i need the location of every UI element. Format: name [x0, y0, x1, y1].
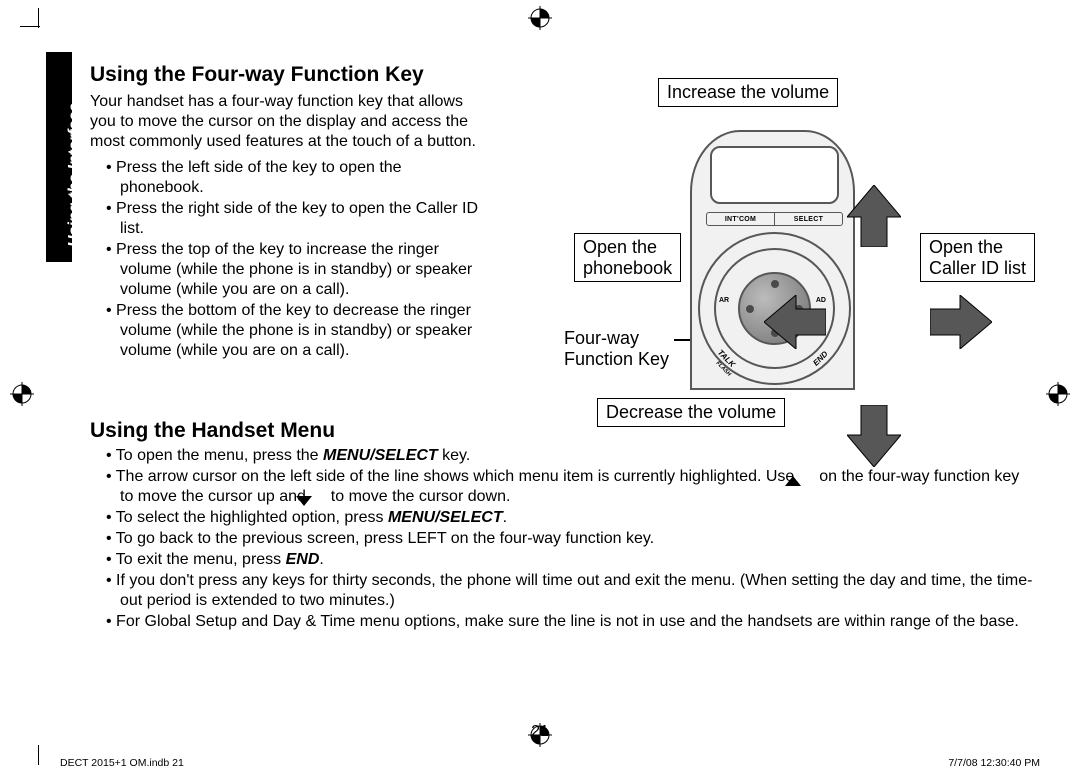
fourway-diagram: Increase the volume Open thephonebook Op…	[570, 60, 1050, 430]
section-tab: Using the Interface	[46, 52, 72, 262]
page-number: 21	[531, 723, 549, 741]
list-item: To go back to the previous screen, press…	[90, 529, 1035, 549]
list-item: The arrow cursor on the left side of the…	[90, 467, 1035, 507]
callout-increase-volume: Increase the volume	[658, 78, 838, 107]
crop-mark	[38, 8, 39, 28]
list-item: Press the right side of the key to open …	[90, 199, 480, 239]
list-item: To exit the menu, press END.	[90, 550, 1035, 570]
callout-open-callerid: Open theCaller ID list	[920, 233, 1035, 282]
softkey-row: INT'COM SELECT	[706, 212, 843, 226]
arrow-right-icon	[930, 295, 992, 349]
list-item: If you don't press any keys for thirty s…	[90, 571, 1035, 611]
softkey-select: SELECT	[775, 213, 842, 225]
registration-mark-icon	[10, 382, 34, 406]
softkey-intcom: INT'COM	[707, 213, 775, 225]
handset-screen	[710, 146, 839, 204]
registration-mark-icon	[528, 6, 552, 30]
section-tab-label: Using the Interface	[66, 103, 84, 247]
list-item: Press the bottom of the key to decrease …	[90, 301, 480, 361]
callout-open-phonebook: Open thephonebook	[574, 233, 681, 282]
handset-menu-bullets: To open the menu, press the MENU/SELECT …	[90, 446, 1035, 632]
footer-filename: DECT 2015+1 OM.indb 21	[60, 757, 184, 769]
manual-page: Using the Interface Using the Four-way F…	[0, 0, 1080, 783]
list-item: Press the left side of the key to open t…	[90, 158, 480, 198]
triangle-up-icon	[799, 472, 815, 482]
arrow-left-icon	[764, 295, 826, 349]
footer-timestamp: 7/7/08 12:30:40 PM	[948, 757, 1040, 769]
arrow-down-icon	[847, 405, 901, 467]
callout-decrease-volume: Decrease the volume	[597, 398, 785, 427]
crop-mark	[38, 745, 39, 765]
callout-fourway-key: Four-wayFunction Key	[564, 328, 669, 369]
intro-text: Your handset has a four-way function key…	[90, 92, 480, 152]
triangle-down-icon	[310, 492, 326, 502]
fourway-bullets: Press the left side of the key to open t…	[90, 158, 480, 361]
page-footer: DECT 2015+1 OM.indb 21 7/7/08 12:30:40 P…	[60, 757, 1040, 769]
list-item: For Global Setup and Day & Time menu opt…	[90, 612, 1035, 632]
list-item: To select the highlighted option, press …	[90, 508, 1035, 528]
list-item: Press the top of the key to increase the…	[90, 240, 480, 300]
handset-illustration: INT'COM SELECT AR AD TALK FLASH END	[670, 130, 875, 390]
arrow-up-icon	[847, 185, 901, 247]
crop-mark	[20, 26, 40, 27]
key-label-ar: AR	[719, 297, 729, 304]
